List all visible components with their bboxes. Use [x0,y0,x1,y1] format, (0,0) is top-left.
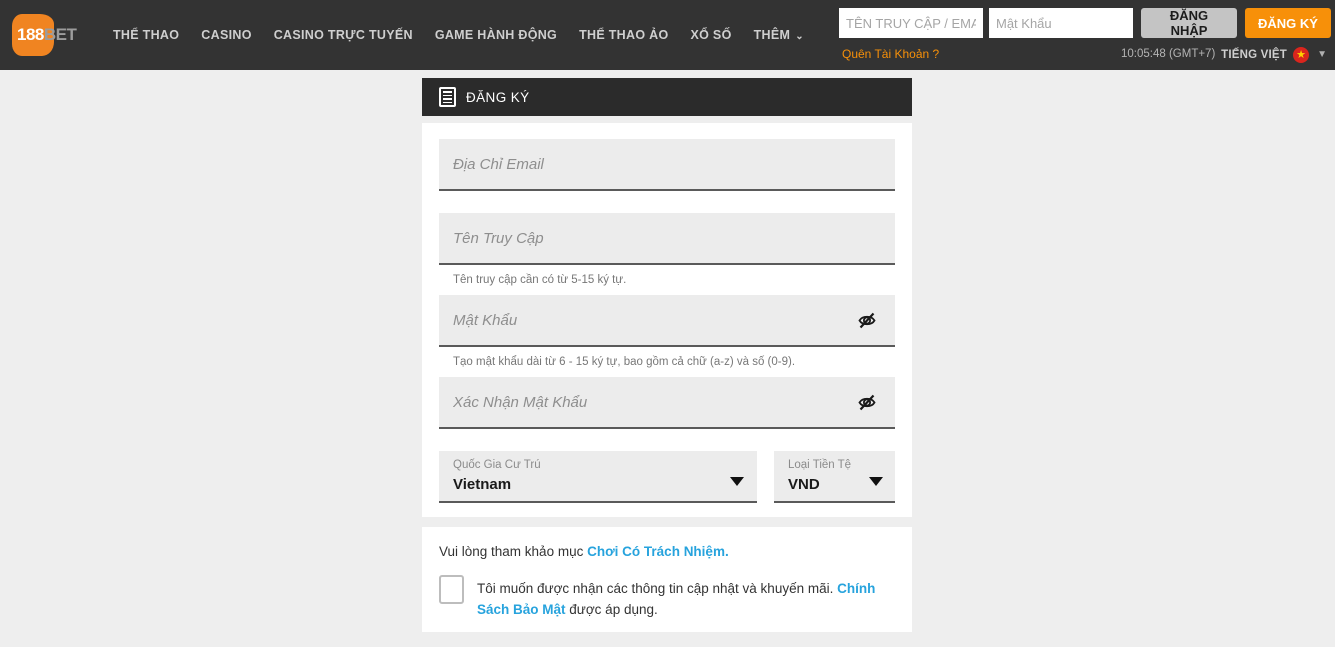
language-chevron-down-icon[interactable]: ▼ [1317,49,1327,60]
nav-item-action-games[interactable]: GAME HÀNH ĐỘNG [424,28,568,42]
header-username-input[interactable] [839,8,983,38]
logo-text-bet: BET [43,25,77,44]
nav-item-virtual-sports[interactable]: THỂ THAO ẢO [568,28,679,42]
top-header-bar: 188BET THỂ THAO CASINO CASINO TRỰC TUYẾN… [0,0,1335,70]
logo-text-188: 188 [17,25,44,44]
responsible-gaming-link[interactable]: Chơi Có Trách Nhiệm. [587,544,729,559]
registration-header: ĐĂNG KÝ [422,78,912,116]
chevron-down-icon: ⌄ [795,31,804,42]
password-input[interactable] [439,295,895,345]
toggle-password-visibility-icon[interactable] [857,310,881,330]
language-selector[interactable]: TIẾNG VIỆT ★ [1221,47,1309,63]
site-logo[interactable]: 188BET [12,12,80,58]
spacer-after-email [439,191,895,213]
consent-text-part1: Tôi muốn được nhận các thông tin cập nhậ… [477,581,838,596]
responsible-gaming-prefix: Vui lòng tham khảo mục [439,544,588,559]
registration-title: ĐĂNG KÝ [466,89,530,105]
nav-item-casino[interactable]: CASINO [190,28,262,42]
marketing-consent-text: Tôi muốn được nhận các thông tin cập nhậ… [477,575,895,620]
server-clock: 10:05:48 (GMT+7) [1121,48,1216,60]
country-select-value: Vietnam [453,476,512,493]
login-button[interactable]: ĐĂNG NHẬP [1141,8,1237,38]
language-label: TIẾNG VIỆT [1221,49,1287,61]
primary-navigation: 188BET THỂ THAO CASINO CASINO TRỰC TUYẾN… [0,0,815,70]
nav-item-sports[interactable]: THỂ THAO [102,28,190,42]
country-chevron-down-icon[interactable] [730,477,744,486]
vietnam-flag-icon: ★ [1293,47,1309,63]
login-controls-row: ĐĂNG NHẬP ĐĂNG KÝ [839,8,1331,38]
confirm-password-field[interactable] [439,377,895,429]
login-secondary-row: Quên Tài Khoản ? 10:05:48 (GMT+7) TIẾNG … [831,46,1331,66]
confirm-password-input[interactable] [439,377,895,427]
username-input[interactable] [439,213,895,263]
nav-item-more[interactable]: THÊM ⌄ [743,28,815,42]
nav-items: THỂ THAO CASINO CASINO TRỰC TUYẾN GAME H… [102,28,815,42]
nav-item-lottery[interactable]: XỔ SỐ [680,28,743,42]
registration-panel: ĐĂNG KÝ Tên truy cập cần có từ 5-15 ký t… [422,78,912,632]
registration-form-card: Tên truy cập cần có từ 5-15 ký tự. Tạo m… [422,123,912,517]
username-hint: Tên truy cập cần có từ 5-15 ký tự. [453,274,627,286]
marketing-consent-checkbox[interactable] [439,575,464,604]
location-currency-row: Quốc Gia Cư Trú Vietnam Loại Tiền Tệ VND [439,451,895,503]
terms-card: Vui lòng tham khảo mục Chơi Có Trách Nhi… [422,527,912,632]
email-input[interactable] [439,139,895,189]
country-select-label: Quốc Gia Cư Trú [453,459,541,471]
password-field[interactable] [439,295,895,347]
marketing-consent-row: Tôi muốn được nhận các thông tin cập nhậ… [439,575,895,620]
consent-text-part2: được áp dụng. [565,602,658,617]
currency-select-label: Loại Tiền Tệ [788,459,852,471]
password-hint: Tạo mật khẩu dài từ 6 - 15 ký tự, bao gồ… [453,356,796,368]
register-button[interactable]: ĐĂNG KÝ [1245,8,1331,38]
country-select[interactable]: Quốc Gia Cư Trú Vietnam [439,451,757,503]
forgot-account-link[interactable]: Quên Tài Khoản ? [842,47,939,61]
username-field[interactable] [439,213,895,265]
responsible-gaming-line: Vui lòng tham khảo mục Chơi Có Trách Nhi… [439,544,895,559]
header-password-input[interactable] [989,8,1133,38]
logo-text: 188BET [17,25,77,45]
currency-chevron-down-icon[interactable] [869,477,883,486]
nav-item-more-label: THÊM [753,28,791,42]
toggle-confirm-password-visibility-icon[interactable] [857,392,881,412]
currency-select[interactable]: Loại Tiền Tệ VND [774,451,895,503]
currency-select-value: VND [788,476,820,493]
nav-item-live-casino[interactable]: CASINO TRỰC TUYẾN [263,28,424,42]
email-field[interactable] [439,139,895,191]
document-icon [439,87,456,107]
